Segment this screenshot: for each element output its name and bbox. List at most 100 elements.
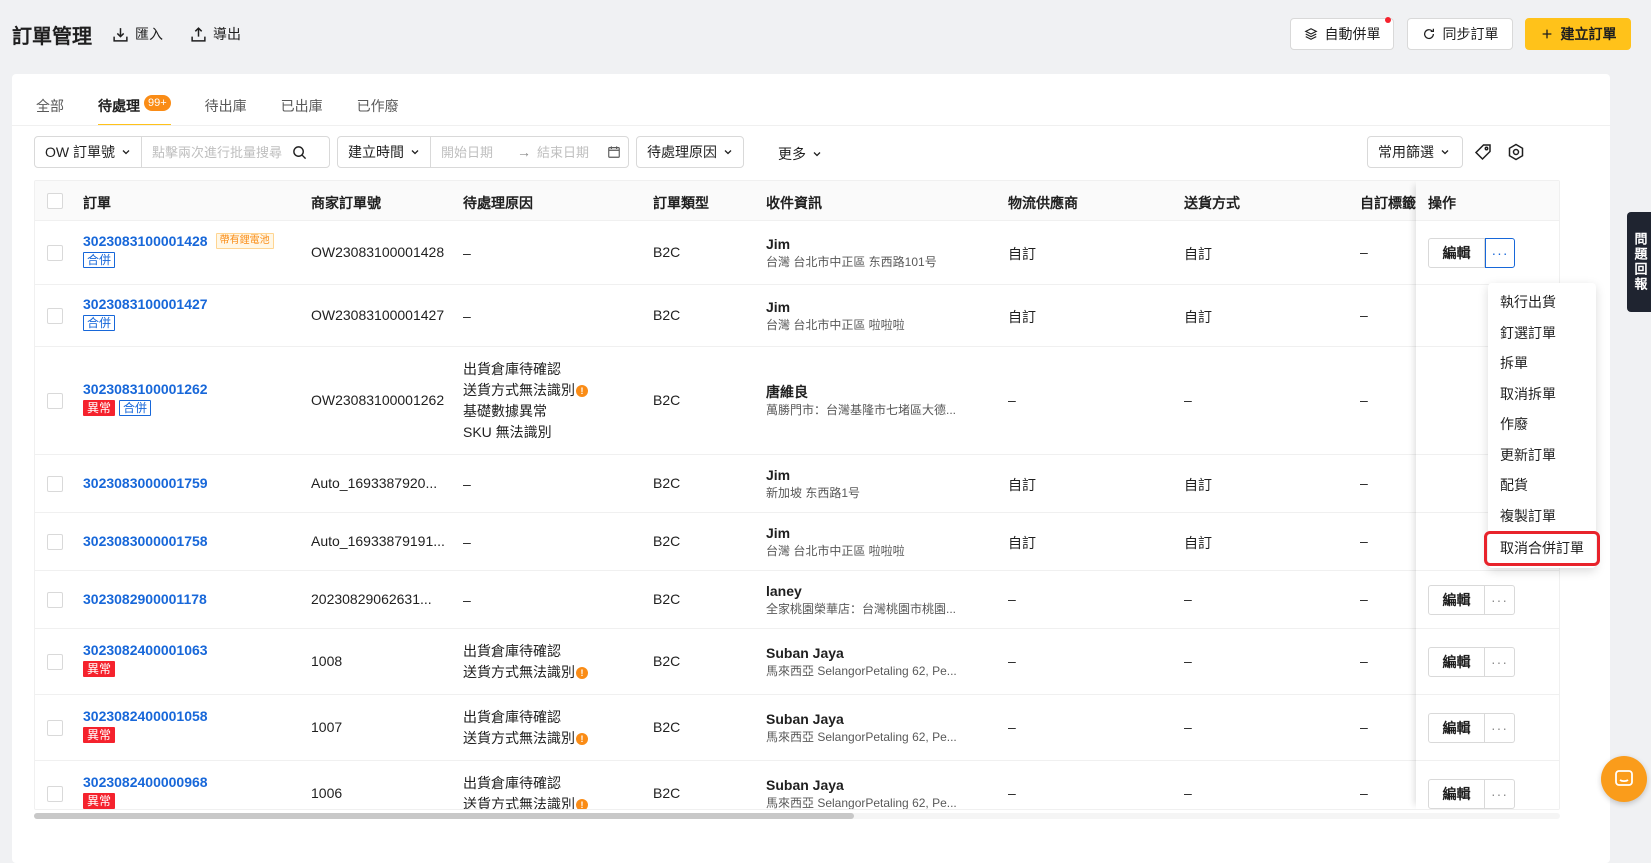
recipient-name: Suban Jaya bbox=[766, 645, 844, 661]
tab-to-ship[interactable]: 待出庫 bbox=[205, 86, 247, 126]
col-order: 訂單 bbox=[83, 195, 111, 211]
batch-search-input[interactable] bbox=[142, 137, 288, 167]
menu-item-split-order[interactable]: 拆單 bbox=[1488, 348, 1596, 379]
delivery-method: – bbox=[1184, 591, 1192, 607]
more-actions-button[interactable]: ··· bbox=[1485, 238, 1515, 268]
pending-reason-text: 送貨方式無法識別 bbox=[463, 664, 575, 680]
row-checkbox[interactable] bbox=[47, 476, 63, 492]
row-checkbox[interactable] bbox=[47, 245, 63, 261]
edit-button[interactable]: 編輯 bbox=[1428, 779, 1485, 809]
menu-item-copy-order[interactable]: 複製訂單 bbox=[1488, 501, 1596, 532]
import-label: 匯入 bbox=[135, 26, 163, 42]
delivery-method: – bbox=[1184, 719, 1192, 735]
row-checkbox[interactable] bbox=[47, 592, 63, 608]
order-number-link[interactable]: 3023083000001759 bbox=[83, 475, 208, 491]
tab-shipped[interactable]: 已出庫 bbox=[281, 86, 323, 126]
pending-reason: 出貨倉庫待確認 bbox=[463, 641, 588, 662]
menu-item-pin-order[interactable]: 釘選訂單 bbox=[1488, 318, 1596, 349]
logistics-provider: – bbox=[1008, 785, 1016, 801]
warning-icon[interactable]: ! bbox=[576, 667, 588, 680]
start-date-input[interactable] bbox=[431, 137, 511, 167]
row-checkbox[interactable] bbox=[47, 654, 63, 670]
delivery-method: – bbox=[1184, 785, 1192, 801]
menu-item-update-order[interactable]: 更新訂單 bbox=[1488, 440, 1596, 471]
export-button[interactable]: 導出 bbox=[190, 24, 241, 44]
more-actions-button[interactable]: ··· bbox=[1485, 647, 1515, 677]
more-filters-button[interactable]: 更多 bbox=[778, 144, 822, 164]
feedback-tab[interactable]: 問題回報 bbox=[1627, 212, 1651, 312]
tab-all-label: 全部 bbox=[36, 98, 64, 114]
row-checkbox[interactable] bbox=[47, 308, 63, 324]
search-icon[interactable] bbox=[292, 145, 307, 160]
row-checkbox[interactable] bbox=[47, 393, 63, 409]
pending-reason: 出貨倉庫待確認 bbox=[463, 773, 588, 794]
end-date-input[interactable] bbox=[537, 137, 607, 167]
order-number-link[interactable]: 3023082400001063 bbox=[83, 642, 208, 658]
menu-item-cancel-merge[interactable]: 取消合併訂單 bbox=[1484, 531, 1600, 566]
menu-item-allocate[interactable]: 配貨 bbox=[1488, 470, 1596, 501]
chat-icon bbox=[1615, 770, 1633, 786]
col-recipient: 收件資訊 bbox=[766, 195, 822, 211]
tag-button[interactable] bbox=[1471, 136, 1495, 168]
pending-reasons: 出貨倉庫待確認 送貨方式無法識別! bbox=[463, 641, 588, 683]
more-actions-button[interactable]: ··· bbox=[1485, 585, 1515, 615]
row-checkbox[interactable] bbox=[47, 786, 63, 802]
calendar-icon[interactable] bbox=[607, 145, 621, 159]
more-actions-button[interactable]: ··· bbox=[1485, 779, 1515, 809]
menu-item-void[interactable]: 作廢 bbox=[1488, 409, 1596, 440]
recipient-info: 唐維良 萬勝門市：台灣基隆市七堵區大德... bbox=[766, 383, 956, 419]
order-number-link[interactable]: 3023083100001427 bbox=[83, 296, 208, 312]
tab-voided[interactable]: 已作廢 bbox=[357, 86, 399, 126]
order-number-link[interactable]: 3023082900001178 bbox=[83, 591, 207, 607]
settings-button[interactable] bbox=[1504, 136, 1528, 168]
edit-button[interactable]: 編輯 bbox=[1428, 713, 1485, 743]
order-type: B2C bbox=[653, 475, 681, 491]
common-filters-trigger[interactable]: 常用篩選 bbox=[1368, 137, 1460, 167]
pending-reason-filter[interactable]: 待處理原因 bbox=[636, 136, 744, 168]
time-type-select[interactable]: 建立時間 bbox=[338, 137, 430, 167]
recipient-info: Suban Jaya 馬來西亞 SelangorPetaling 62, Pe..… bbox=[766, 710, 957, 746]
edit-button[interactable]: 編輯 bbox=[1428, 585, 1485, 615]
row-actions: 編輯 ··· bbox=[1428, 713, 1515, 743]
create-order-label: 建立訂單 bbox=[1560, 26, 1617, 42]
order-type: B2C bbox=[653, 591, 681, 607]
order-number-link[interactable]: 3023083100001428 bbox=[83, 233, 208, 249]
more-actions-button[interactable]: ··· bbox=[1485, 713, 1515, 743]
scrollbar-thumb[interactable] bbox=[34, 813, 854, 819]
horizontal-scrollbar[interactable] bbox=[34, 813, 1560, 819]
recipient-address: 台灣 台北市中正區 啦啦啦 bbox=[766, 318, 905, 332]
menu-item-execute-shipment[interactable]: 執行出貨 bbox=[1488, 287, 1596, 318]
pending-reasons: 出貨倉庫待確認 送貨方式無法識別! bbox=[463, 773, 588, 809]
pending-reason: 送貨方式無法識別! bbox=[463, 662, 588, 683]
merchant-order-number: 1006 bbox=[311, 785, 343, 801]
recipient-name: Jim bbox=[766, 525, 791, 541]
select-all-checkbox[interactable] bbox=[47, 193, 63, 209]
row-checkbox[interactable] bbox=[47, 534, 63, 550]
create-order-button[interactable]: 建立訂單 bbox=[1525, 18, 1631, 50]
import-button[interactable]: 匯入 bbox=[112, 24, 163, 44]
edit-button[interactable]: 編輯 bbox=[1428, 238, 1485, 268]
edit-button[interactable]: 編輯 bbox=[1428, 647, 1485, 677]
order-number-link[interactable]: 3023083000001758 bbox=[83, 533, 208, 549]
merchant-order-number: Auto_1693387920... bbox=[311, 475, 438, 491]
order-number-link[interactable]: 3023083100001262 bbox=[83, 381, 208, 397]
warning-icon[interactable]: ! bbox=[576, 385, 588, 398]
tab-all[interactable]: 全部 bbox=[36, 86, 64, 126]
menu-item-cancel-split[interactable]: 取消拆單 bbox=[1488, 379, 1596, 410]
chat-button[interactable] bbox=[1601, 756, 1647, 802]
sync-orders-button[interactable]: 同步訂單 bbox=[1407, 18, 1513, 50]
order-number-link[interactable]: 3023082400001058 bbox=[83, 708, 208, 724]
pending-reason-text: – bbox=[463, 475, 471, 492]
common-filters-select[interactable]: 常用篩選 bbox=[1367, 136, 1463, 168]
pending-reason-text: 送貨方式無法識別 bbox=[463, 730, 575, 746]
warning-icon[interactable]: ! bbox=[576, 799, 588, 809]
tab-pending[interactable]: 待處理 99+ bbox=[98, 86, 171, 126]
row-checkbox[interactable] bbox=[47, 720, 63, 736]
warning-icon[interactable]: ! bbox=[576, 733, 588, 746]
export-label: 導出 bbox=[213, 26, 241, 42]
order-tags: 異常 bbox=[83, 793, 208, 809]
order-type-select[interactable]: OW 訂單號 bbox=[35, 137, 141, 167]
order-number-link[interactable]: 3023082400000968 bbox=[83, 774, 208, 790]
pending-reason-select[interactable]: 待處理原因 bbox=[637, 137, 743, 167]
auto-merge-button[interactable]: 自動併單 bbox=[1290, 17, 1394, 50]
